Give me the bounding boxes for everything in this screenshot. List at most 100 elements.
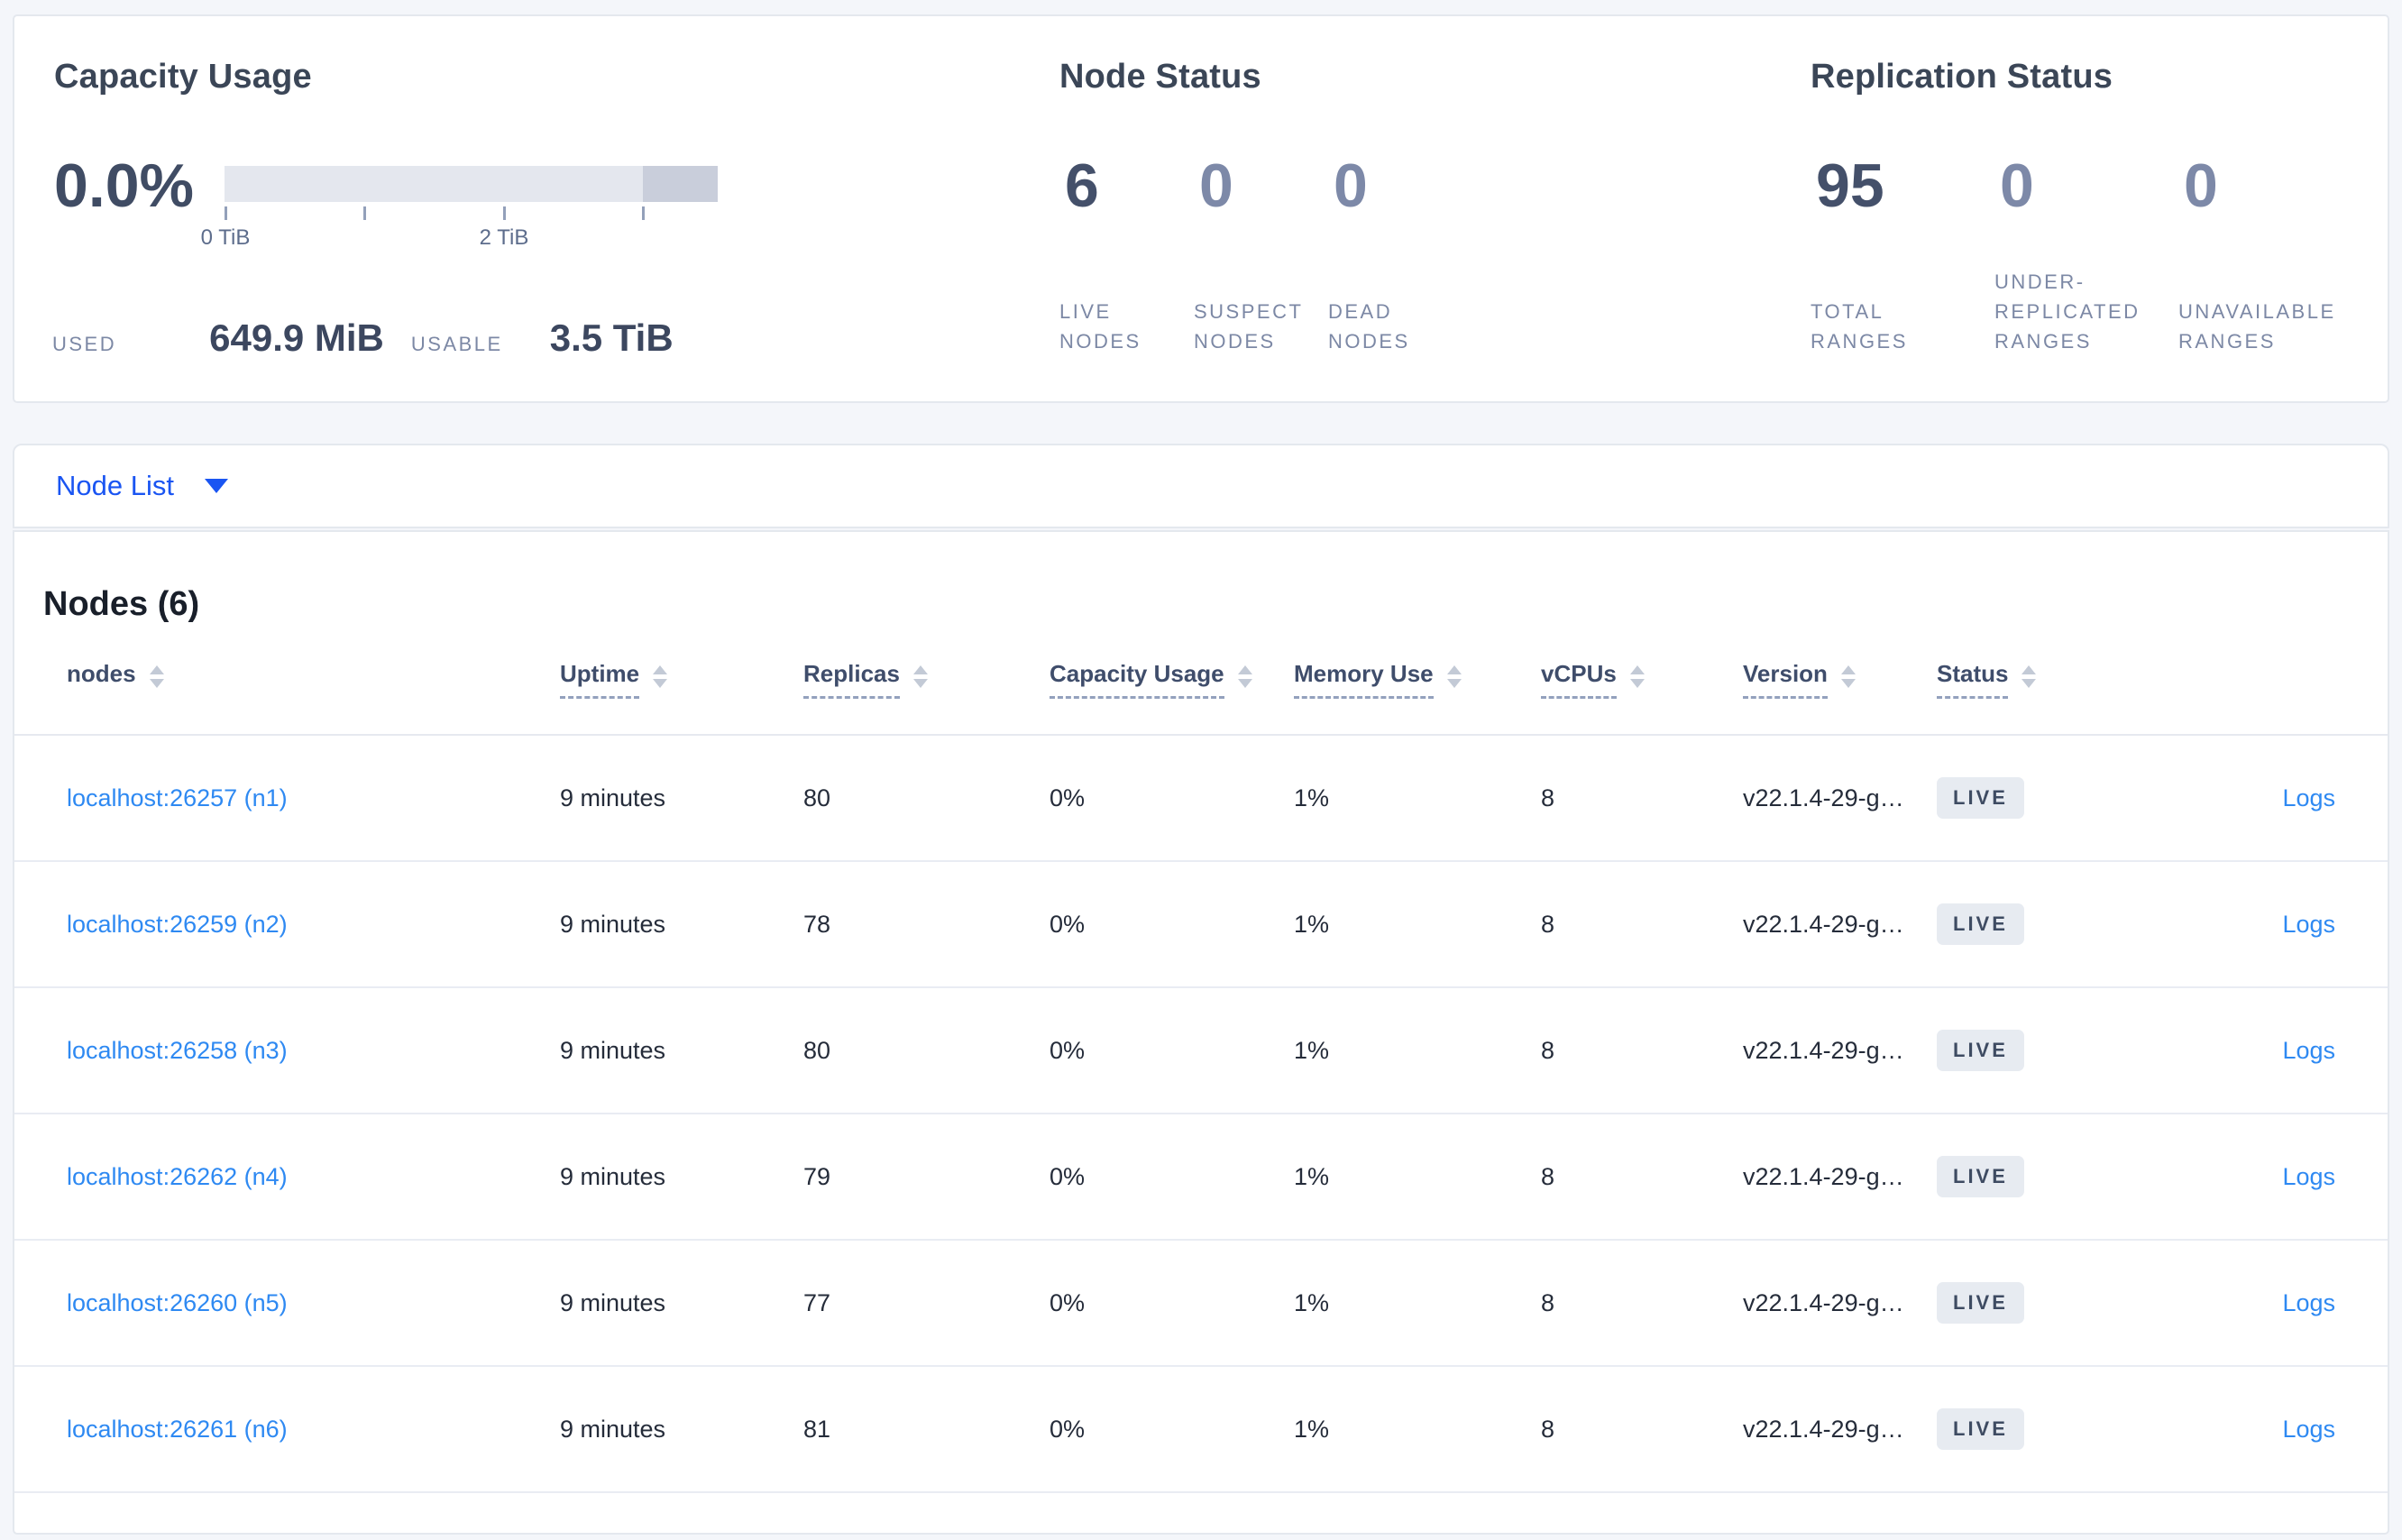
logs-link[interactable]: Logs [2282, 1289, 2335, 1317]
sort-arrows-icon [1629, 665, 1645, 688]
cell-uptime: 9 minutes [560, 910, 666, 938]
node-link[interactable]: localhost:26257 (n1) [67, 784, 560, 812]
used-label: USED [52, 333, 117, 355]
status-badge: LIVE [1937, 903, 2024, 945]
column-header-label: Status [1937, 660, 2009, 699]
node-link[interactable]: localhost:26258 (n3) [67, 1037, 560, 1065]
column-header-memory-use[interactable]: Memory Use [1294, 660, 1541, 699]
table-header-row: nodes Uptime Replicas Capacity Usage Mem… [14, 624, 2388, 736]
sort-arrows-icon [912, 665, 928, 688]
axis-tick [503, 206, 506, 220]
status-badge: LIVE [1937, 1156, 2024, 1197]
logs-link[interactable]: Logs [2282, 1416, 2335, 1444]
node-list-dropdown[interactable]: Node List [14, 445, 255, 527]
cell-replicas: 81 [803, 1415, 831, 1443]
node-link[interactable]: localhost:26259 (n2) [67, 911, 560, 939]
cell-version: v22.1.4-29-g… [1743, 1036, 1904, 1064]
status-badge: LIVE [1937, 1408, 2024, 1450]
cell-version: v22.1.4-29-g… [1743, 1162, 1904, 1190]
cell-memory-use: 1% [1294, 1288, 1330, 1316]
column-header-vcpus[interactable]: vCPUs [1541, 660, 1743, 699]
axis-label-0tib: 0 TiB [200, 225, 251, 250]
cell-memory-use: 1% [1294, 1036, 1330, 1064]
column-header-version[interactable]: Version [1743, 660, 1937, 699]
suspect-nodes-label: SUSPECT NODES [1194, 300, 1304, 353]
sort-arrows-icon [1840, 665, 1856, 688]
live-nodes-stat: 6 LIVE NODES [1059, 155, 1194, 356]
cell-uptime: 9 minutes [560, 1288, 666, 1316]
node-link[interactable]: localhost:26260 (n5) [67, 1289, 560, 1317]
nodes-table-title: Nodes (6) [43, 585, 200, 623]
cell-vcpus: 8 [1541, 1288, 1555, 1316]
logs-link[interactable]: Logs [2282, 1163, 2335, 1191]
axis-tick [363, 206, 366, 220]
column-header-nodes[interactable]: nodes [67, 660, 560, 699]
usable-label: USABLE [410, 333, 503, 355]
sort-arrows-icon [149, 665, 164, 688]
cell-uptime: 9 minutes [560, 1415, 666, 1443]
unavailable-ranges-value: 0 [2184, 151, 2218, 220]
cell-uptime: 9 minutes [560, 1036, 666, 1064]
capacity-bar-track [225, 166, 718, 202]
column-header-capacity-usage[interactable]: Capacity Usage [1050, 660, 1294, 699]
capacity-used-percent: 0.0% [54, 151, 194, 220]
total-ranges-label: TOTAL RANGES [1811, 300, 1908, 353]
cell-replicas: 80 [803, 1036, 831, 1064]
column-header-replicas[interactable]: Replicas [803, 660, 1050, 699]
cell-memory-use: 1% [1294, 1162, 1330, 1190]
total-ranges-value: 95 [1816, 151, 1884, 220]
cell-vcpus: 8 [1541, 1036, 1555, 1064]
cell-version: v22.1.4-29-g… [1743, 1415, 1904, 1443]
column-header-label: Replicas [803, 660, 900, 699]
column-header-status[interactable]: Status [1937, 660, 2117, 699]
table-row: localhost:26258 (n3) 9 minutes 80 0% 1% … [14, 988, 2388, 1114]
dead-nodes-value: 0 [1334, 151, 1368, 220]
cell-version: v22.1.4-29-g… [1743, 1288, 1904, 1316]
table-row: localhost:26259 (n2) 9 minutes 78 0% 1% … [14, 862, 2388, 988]
cell-memory-use: 1% [1294, 784, 1330, 811]
replication-status-section: Replication Status 95 TOTAL RANGES 0 UND… [1811, 57, 2388, 368]
status-badge: LIVE [1937, 1282, 2024, 1324]
node-link[interactable]: localhost:26262 (n4) [67, 1163, 560, 1191]
usable-value: 3.5 TiB [549, 316, 674, 359]
under-replicated-ranges-label: UNDER-REPLICATED RANGES [1994, 270, 2141, 353]
capacity-usage-section: Capacity Usage 0.0% 0 TiB 2 TiB USED 649… [52, 57, 739, 368]
nodes-card: Nodes (6) nodes Uptime Replicas Capacity… [13, 530, 2389, 1535]
column-header-uptime[interactable]: Uptime [560, 660, 803, 699]
cell-replicas: 80 [803, 784, 831, 811]
cell-vcpus: 8 [1541, 910, 1555, 938]
live-nodes-value: 6 [1065, 151, 1099, 220]
status-badge: LIVE [1937, 1030, 2024, 1071]
cell-vcpus: 8 [1541, 1162, 1555, 1190]
cluster-summary-card: Capacity Usage 0.0% 0 TiB 2 TiB USED 649… [13, 14, 2389, 403]
cell-capacity-usage: 0% [1050, 910, 1086, 938]
total-ranges-stat: 95 TOTAL RANGES [1811, 155, 1994, 356]
capacity-usage-title: Capacity Usage [54, 58, 312, 96]
under-replicated-ranges-value: 0 [2000, 151, 2034, 220]
logs-link[interactable]: Logs [2282, 911, 2335, 939]
column-header-label: Capacity Usage [1050, 660, 1224, 699]
cluster-overview-screen: { "summary": { "capacity": { "title": "C… [0, 0, 2402, 1540]
cell-replicas: 78 [803, 910, 831, 938]
cell-memory-use: 1% [1294, 1415, 1330, 1443]
replication-status-title: Replication Status [1811, 58, 2113, 96]
logs-link[interactable]: Logs [2282, 784, 2335, 812]
node-link[interactable]: localhost:26261 (n6) [67, 1416, 560, 1444]
status-badge: LIVE [1937, 777, 2024, 819]
cell-uptime: 9 minutes [560, 1162, 666, 1190]
column-header-label: Uptime [560, 660, 640, 699]
column-header-label: Memory Use [1294, 660, 1434, 699]
live-nodes-label: LIVE NODES [1059, 300, 1141, 353]
capacity-bar: 0 TiB 2 TiB [201, 166, 718, 252]
column-header-label: vCPUs [1541, 660, 1617, 699]
node-status-section: Node Status 6 LIVE NODES 0 SUSPECT NODES… [1059, 57, 1636, 368]
capacity-bar-reserved-segment [643, 166, 718, 202]
table-row: localhost:26262 (n4) 9 minutes 79 0% 1% … [14, 1114, 2388, 1241]
axis-label-2tib: 2 TiB [479, 225, 529, 250]
suspect-nodes-stat: 0 SUSPECT NODES [1194, 155, 1328, 356]
cell-uptime: 9 minutes [560, 784, 666, 811]
logs-link[interactable]: Logs [2282, 1037, 2335, 1065]
caret-down-icon [204, 479, 228, 493]
sort-arrows-icon [653, 665, 668, 688]
node-list-dropdown-label: Node List [56, 470, 174, 501]
